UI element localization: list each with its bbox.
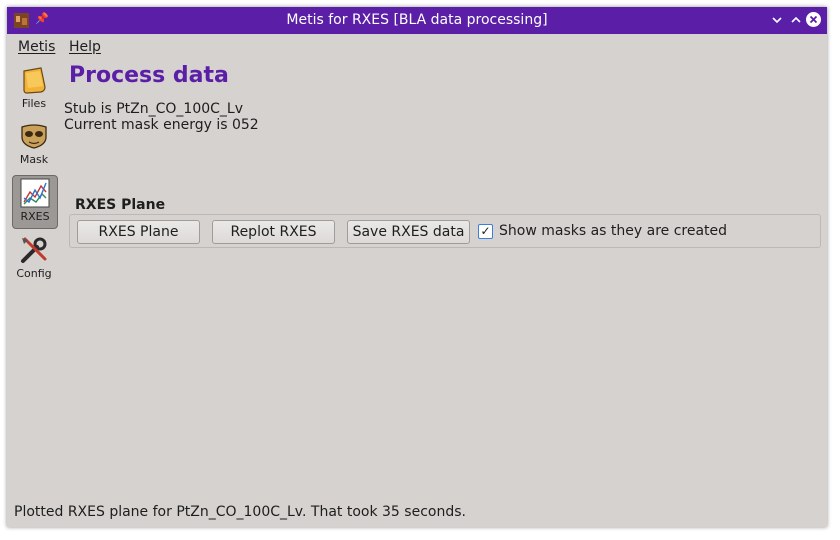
sidebar-item-config[interactable]: Config: [12, 233, 56, 285]
show-masks-checkbox[interactable]: ✓: [478, 224, 493, 239]
replot-rxes-button[interactable]: Replot RXES: [212, 220, 335, 244]
close-button[interactable]: [806, 12, 821, 27]
save-rxes-data-button[interactable]: Save RXES data: [347, 220, 470, 244]
sidebar-item-label: RXES: [20, 210, 50, 223]
chevron-down-icon: [772, 17, 782, 24]
mask-energy-info: Current mask energy is 052: [64, 117, 259, 133]
page-title: Process data: [69, 63, 229, 88]
mask-icon: [21, 124, 47, 149]
sidebar-item-rxes[interactable]: RXES: [12, 175, 58, 229]
status-bar: Plotted RXES plane for PtZn_CO_100C_Lv. …: [14, 504, 466, 520]
minimize-button[interactable]: [769, 12, 785, 28]
maximize-button[interactable]: [788, 12, 804, 28]
stub-info: Stub is PtZn_CO_100C_Lv: [64, 101, 243, 117]
sidebar-item-label: Mask: [19, 153, 49, 166]
title-bar: 📌 Metis for RXES [BLA data processing]: [7, 7, 827, 34]
show-masks-label: Show masks as they are created: [499, 223, 728, 239]
menu-help[interactable]: Help: [69, 39, 101, 55]
app-window: 📌 Metis for RXES [BLA data processing] M…: [7, 7, 827, 527]
tools-icon: [21, 237, 47, 263]
plot-icon: [20, 178, 50, 208]
menu-bar: Metis Help: [7, 35, 827, 59]
sidebar-item-mask[interactable]: Mask: [12, 119, 56, 171]
sidebar-item-files[interactable]: Files: [12, 63, 56, 115]
rxes-plane-button[interactable]: RXES Plane: [77, 220, 200, 244]
menu-metis[interactable]: Metis: [18, 39, 55, 55]
close-icon: [809, 15, 818, 24]
folder-icon: [23, 67, 46, 94]
window-title: Metis for RXES [BLA data processing]: [286, 12, 548, 28]
sidebar-item-label: Config: [16, 267, 52, 280]
sidebar-item-label: Files: [21, 97, 47, 110]
group-title: RXES Plane: [75, 197, 166, 213]
chevron-up-icon: [791, 16, 801, 23]
